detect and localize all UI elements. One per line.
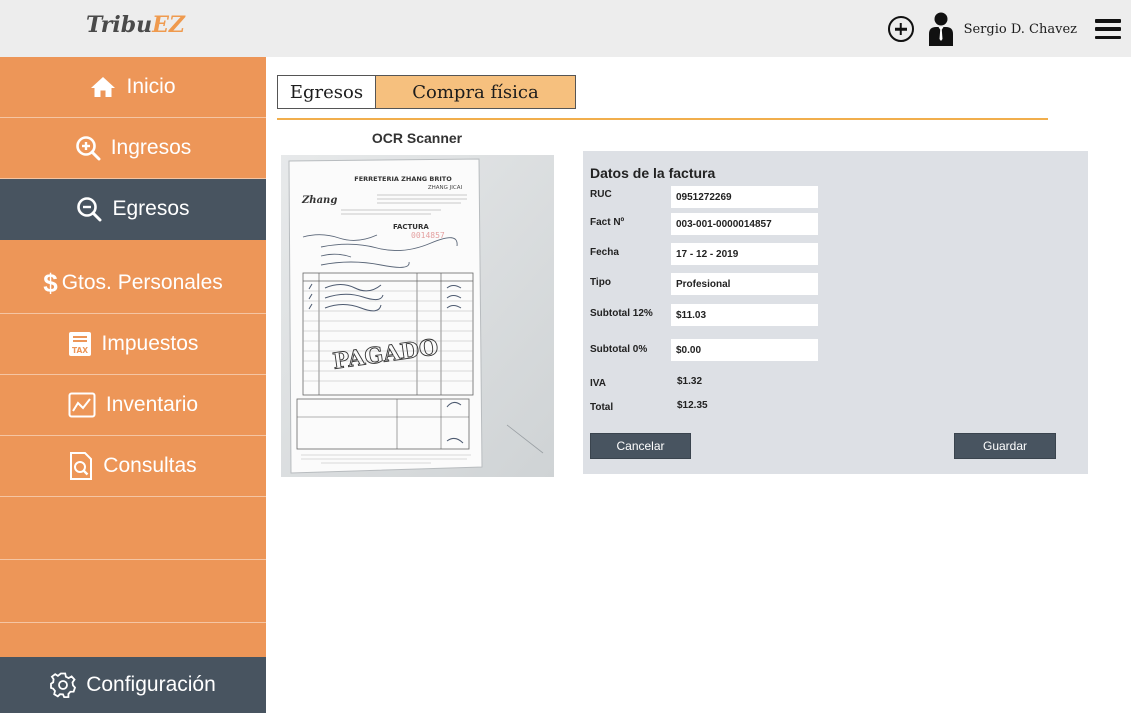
sidebar-item-consultas[interactable]: Consultas (0, 436, 266, 497)
sidebar-item-egresos[interactable]: Egresos (0, 179, 266, 240)
user-name[interactable]: Sergio D. Chavez (964, 22, 1077, 37)
cancel-button[interactable]: Cancelar (590, 433, 691, 459)
ruc-field[interactable]: 0951272269 (671, 186, 818, 208)
receipt-logo: Zhang (301, 195, 337, 206)
user-icon[interactable] (928, 12, 954, 46)
home-icon (90, 76, 116, 98)
plus-circle-icon[interactable] (887, 16, 914, 42)
top-actions: Sergio D. Chavez (887, 10, 1121, 48)
sidebar-empty-slot (0, 497, 266, 560)
panel-title: Datos de la factura (590, 165, 716, 181)
receipt-sub-name: ZHANG JICAI (428, 185, 463, 191)
sidebar-item-label: Ingresos (110, 136, 192, 159)
sidebar-item-inicio[interactable]: Inicio (0, 57, 266, 118)
tipo-field[interactable]: Profesional (671, 273, 818, 295)
receipt-number: 0014857 (411, 231, 445, 240)
save-button[interactable]: Guardar (954, 433, 1056, 459)
tab-compra-fisica[interactable]: Compra física (376, 75, 576, 109)
hamburger-menu-icon[interactable] (1095, 19, 1121, 39)
receipt-store-name: FERRETERIA ZHANG BRITO (354, 175, 452, 183)
sidebar-item-label: Consultas (103, 454, 197, 477)
sidebar-item-gtos-personales[interactable]: $ Gtos. Personales (0, 253, 266, 314)
sidebar-item-inventario[interactable]: Inventario (0, 375, 266, 436)
ruc-label: RUC (590, 189, 612, 200)
sidebar-item-label: Impuestos (101, 332, 199, 355)
sidebar-item-ingresos[interactable]: Ingresos (0, 118, 266, 179)
subtotal-0-label: Subtotal 0% (590, 344, 648, 355)
tab-bar: Egresos Compra física (277, 75, 576, 109)
fact-no-field[interactable]: 003-001-0000014857 (671, 213, 818, 235)
iva-value: $1.32 (677, 376, 703, 387)
invoice-data-panel: Datos de la factura RUC 0951272269 Fact … (583, 151, 1088, 474)
sidebar-item-impuestos[interactable]: TAX Impuestos (0, 314, 266, 375)
sidebar-item-label: Gtos. Personales (61, 271, 223, 294)
tab-egresos[interactable]: Egresos (277, 75, 376, 109)
tipo-label: Tipo (590, 277, 611, 288)
tax-icon: TAX (68, 331, 92, 357)
subtotal-12-field[interactable]: $11.03 (671, 304, 818, 326)
zoom-out-icon (76, 196, 102, 222)
sidebar-item-label: Egresos (112, 197, 190, 220)
svg-text:TAX: TAX (71, 346, 87, 355)
brand-accent: EZ (152, 12, 185, 38)
subtotal-0-field[interactable]: $0.00 (671, 339, 818, 361)
receipt-image[interactable]: FERRETERIA ZHANG BRITO ZHANG JICAI Zhang… (281, 155, 554, 477)
chart-icon (68, 392, 96, 418)
top-bar: TribuEZ Sergio D. Chavez (0, 0, 1131, 57)
ocr-scanner-title: OCR Scanner (371, 130, 463, 146)
brand-main: Tribu (86, 12, 153, 38)
dollar-icon: $ (43, 267, 58, 298)
zoom-in-icon (75, 135, 101, 161)
gear-icon (50, 672, 77, 698)
sidebar-empty-slot (0, 560, 266, 623)
document-search-icon (69, 452, 93, 480)
fecha-label: Fecha (590, 247, 619, 258)
receipt-doc-type: FACTURA (393, 223, 429, 231)
sidebar-item-configuracion[interactable]: Configuración (0, 657, 266, 713)
app-logo[interactable]: TribuEZ (86, 12, 185, 38)
iva-label: IVA (590, 378, 606, 389)
total-value: $12.35 (677, 400, 708, 411)
sidebar-item-label: Configuración (86, 673, 216, 696)
subtotal-12-label: Subtotal 12% (590, 308, 653, 319)
sidebar-item-label: Inicio (126, 75, 176, 98)
sidebar-item-label: Inventario (105, 393, 199, 416)
fact-no-label: Fact Nº (590, 217, 625, 228)
total-label: Total (590, 402, 614, 413)
fecha-field[interactable]: 17 - 12 - 2019 (671, 243, 818, 265)
sidebar: Inicio Ingresos Egresos $ Gtos. Personal… (0, 57, 266, 713)
tab-divider (277, 118, 1048, 120)
